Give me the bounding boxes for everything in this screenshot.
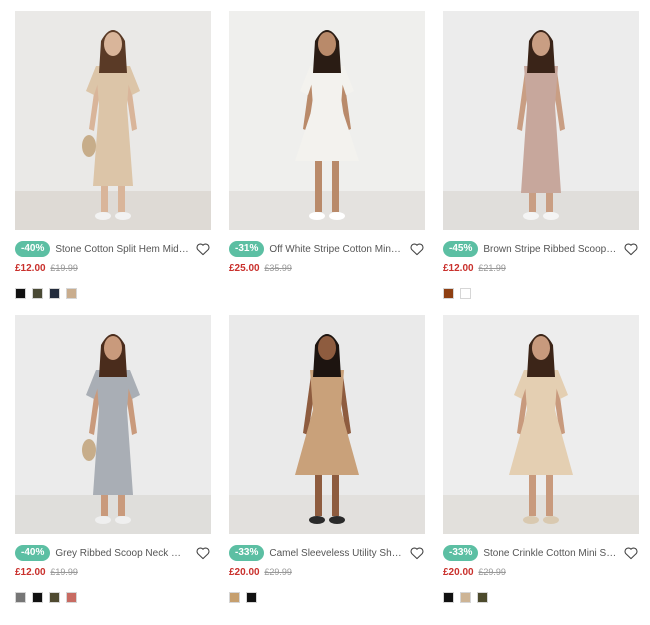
colour-swatch[interactable] — [477, 592, 488, 603]
heart-icon[interactable] — [409, 545, 425, 561]
heart-icon[interactable] — [409, 241, 425, 257]
original-price: £19.99 — [50, 567, 78, 577]
product-card[interactable]: -33% Stone Crinkle Cotton Mini Smock Dre… — [443, 315, 639, 603]
product-title[interactable]: Grey Ribbed Scoop Neck Midi Dress — [55, 548, 189, 559]
sale-price: £25.00 — [229, 263, 260, 274]
colour-swatch[interactable] — [66, 592, 77, 603]
heart-icon[interactable] — [195, 241, 211, 257]
product-title[interactable]: Brown Stripe Ribbed Scoop Neck Midi Dres… — [483, 244, 617, 255]
product-title[interactable]: Stone Cotton Split Hem Midi Dress — [55, 244, 189, 255]
heart-icon[interactable] — [623, 545, 639, 561]
colour-swatch[interactable] — [229, 592, 240, 603]
discount-badge: -33% — [229, 545, 265, 561]
colour-swatches — [443, 592, 639, 603]
product-image[interactable] — [229, 315, 425, 534]
colour-swatch[interactable] — [32, 288, 43, 299]
product-title[interactable]: Camel Sleeveless Utility Shirt Mini Dres… — [269, 548, 403, 559]
sale-price: £20.00 — [229, 567, 260, 578]
product-card[interactable]: -33% Camel Sleeveless Utility Shirt Mini… — [229, 315, 425, 603]
sale-price: £20.00 — [443, 567, 474, 578]
heart-icon[interactable] — [623, 241, 639, 257]
product-image[interactable] — [443, 315, 639, 534]
heart-icon[interactable] — [195, 545, 211, 561]
product-card[interactable]: -31% Off White Stripe Cotton Mini Dress … — [229, 11, 425, 288]
product-card[interactable]: -40% Stone Cotton Split Hem Midi Dress £… — [15, 11, 211, 299]
sale-price: £12.00 — [15, 567, 46, 578]
discount-badge: -45% — [443, 241, 479, 257]
colour-swatch[interactable] — [32, 592, 43, 603]
colour-swatches — [229, 592, 425, 603]
product-card[interactable]: -45% Brown Stripe Ribbed Scoop Neck Midi… — [443, 11, 639, 299]
colour-swatch[interactable] — [49, 288, 60, 299]
discount-badge: -33% — [443, 545, 479, 561]
colour-swatches — [443, 288, 639, 299]
colour-swatch[interactable] — [15, 288, 26, 299]
colour-swatch[interactable] — [246, 592, 257, 603]
product-title[interactable]: Off White Stripe Cotton Mini Dress — [269, 244, 403, 255]
product-title[interactable]: Stone Crinkle Cotton Mini Smock Dress — [483, 548, 617, 559]
original-price: £19.99 — [50, 263, 78, 273]
product-card[interactable]: -40% Grey Ribbed Scoop Neck Midi Dress £… — [15, 315, 211, 603]
colour-swatch[interactable] — [15, 592, 26, 603]
sale-price: £12.00 — [443, 263, 474, 274]
original-price: £29.99 — [264, 567, 292, 577]
colour-swatches — [15, 288, 211, 299]
colour-swatches — [15, 592, 211, 603]
original-price: £35.99 — [264, 263, 292, 273]
original-price: £21.99 — [478, 263, 506, 273]
colour-swatch[interactable] — [460, 288, 471, 299]
colour-swatch[interactable] — [443, 288, 454, 299]
colour-swatch[interactable] — [443, 592, 454, 603]
sale-price: £12.00 — [15, 263, 46, 274]
product-image[interactable] — [443, 11, 639, 230]
original-price: £29.99 — [478, 567, 506, 577]
product-image[interactable] — [15, 315, 211, 534]
product-image[interactable] — [229, 11, 425, 230]
product-image[interactable] — [15, 11, 211, 230]
discount-badge: -40% — [15, 241, 51, 257]
discount-badge: -40% — [15, 545, 51, 561]
colour-swatch[interactable] — [66, 288, 77, 299]
colour-swatch[interactable] — [49, 592, 60, 603]
colour-swatch[interactable] — [460, 592, 471, 603]
product-grid: -40% Stone Cotton Split Hem Midi Dress £… — [0, 0, 650, 625]
discount-badge: -31% — [229, 241, 265, 257]
